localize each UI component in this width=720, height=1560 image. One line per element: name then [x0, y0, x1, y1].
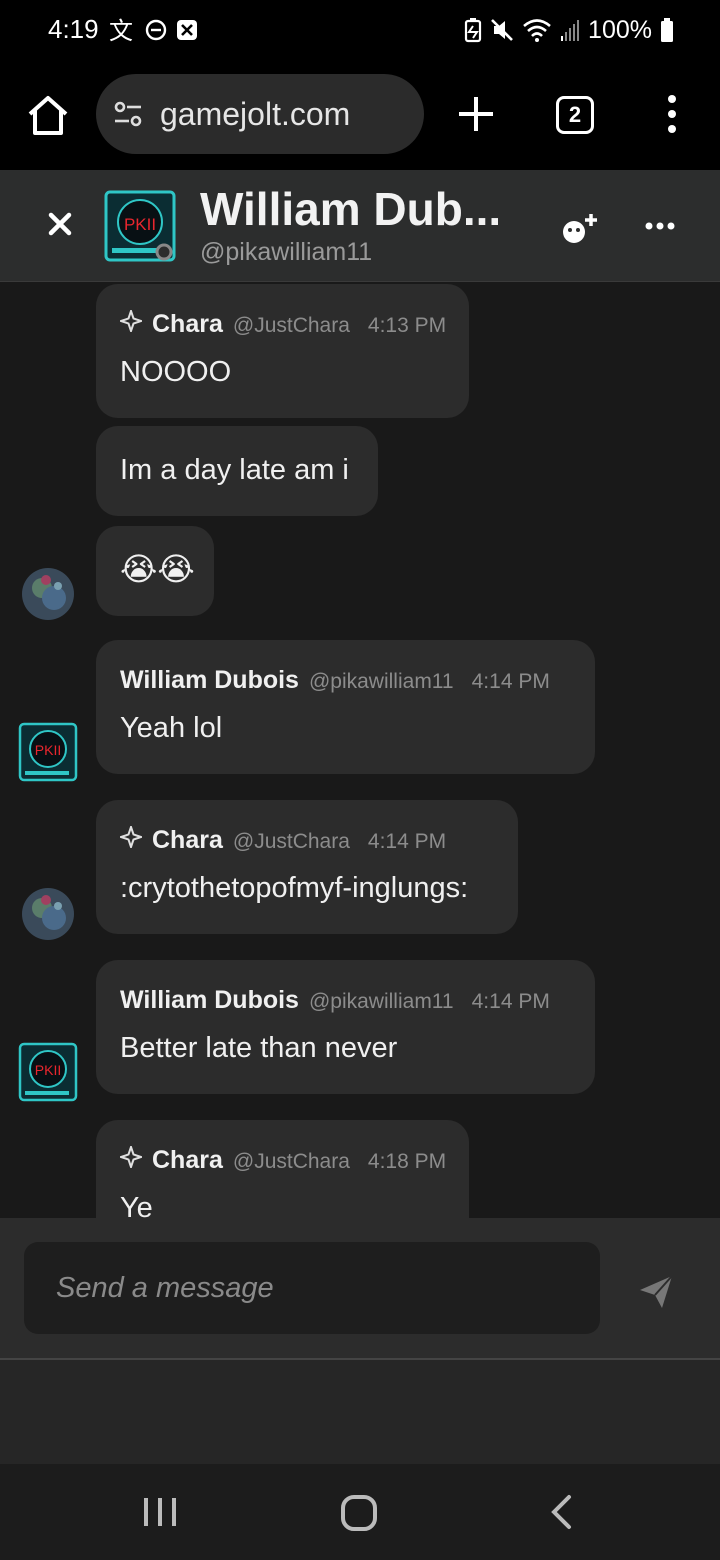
sparkle-icon [120, 1146, 142, 1168]
message-time: 4:14 PM [367, 830, 447, 853]
new-tab-plus-icon[interactable] [456, 94, 496, 134]
status-right-icons: 100% [464, 14, 674, 46]
status-bar: 4:19 文 100% [0, 0, 720, 60]
message-list[interactable]: Chara @JustChara 4:13 PM NOOOO Im a day … [0, 282, 720, 1218]
message-composer [0, 1218, 720, 1360]
notification-icon [177, 20, 197, 40]
browser-menu-icon[interactable] [660, 94, 684, 134]
message-input[interactable] [24, 1242, 600, 1334]
status-left-icons: 文 [108, 14, 198, 46]
message-meta: Chara @JustChara 4:14 PM [120, 826, 446, 855]
message-bubble[interactable]: Chara @JustChara 4:14 PM :crytothetopofm… [96, 800, 518, 934]
site-settings-icon[interactable] [114, 101, 142, 127]
message-author[interactable]: Chara [152, 310, 223, 339]
battery-percentage: 100% [588, 15, 652, 44]
message-bubble[interactable]: Im a day late am i [96, 426, 378, 516]
system-nav-bar [0, 1464, 720, 1560]
message-bubble[interactable]: Chara @JustChara 4:13 PM NOOOO [96, 284, 469, 418]
chat-handle: @pikawilliam11 [200, 238, 373, 266]
close-icon[interactable] [42, 206, 78, 242]
message-text: Yeah lol [120, 712, 223, 744]
message-text: Im a day late am i [120, 454, 349, 486]
message-text: :crytothetopofmyf-inglungs: [120, 872, 469, 904]
message-author[interactable]: William Dubois [120, 986, 299, 1015]
avatar[interactable] [20, 886, 76, 942]
dnd-icon [145, 19, 167, 41]
message-author[interactable]: Chara [152, 826, 223, 855]
avatar[interactable]: PKII [104, 190, 176, 262]
avatar-logo-text: PKII [35, 1062, 61, 1078]
battery-saver-icon [464, 18, 482, 43]
tab-switcher-button[interactable]: 2 [556, 96, 594, 134]
message-author[interactable]: Chara [152, 1146, 223, 1175]
message-handle: @JustChara [232, 1150, 350, 1173]
send-icon[interactable] [636, 1272, 676, 1312]
avatar[interactable]: PKII [18, 722, 78, 782]
message-time: 4:14 PM [471, 670, 550, 693]
message-bubble[interactable]: William Dubois @pikawilliam11 4:14 PM Ye… [96, 640, 595, 774]
message-text: Better late than never [120, 1032, 398, 1064]
mute-icon [491, 19, 513, 41]
chat-header: PKII William Dub... @pikawilliam11 [0, 170, 720, 282]
message-meta: William Dubois @pikawilliam11 4:14 PM [120, 986, 550, 1015]
message-time: 4:13 PM [367, 314, 447, 337]
message-bubble[interactable]: William Dubois @pikawilliam11 4:14 PM Be… [96, 960, 595, 1094]
message-bubble[interactable]: Chara @JustChara 4:18 PM Ye [96, 1120, 469, 1218]
message-handle: @JustChara [232, 314, 350, 337]
add-member-icon[interactable] [560, 210, 600, 246]
url-text: gamejolt.com [160, 96, 351, 132]
battery-icon [661, 18, 673, 42]
avatar-logo-text: PKII [124, 215, 156, 234]
status-time: 4:19 [48, 14, 99, 44]
svg-text:文: 文 [109, 17, 133, 44]
sparkle-icon [120, 310, 142, 332]
more-options-icon[interactable] [644, 214, 676, 238]
home-icon[interactable] [24, 92, 72, 138]
home-button-icon[interactable] [340, 1494, 378, 1532]
translate-icon: 文 [109, 17, 133, 44]
wifi-icon [523, 19, 551, 42]
message-handle: @pikawilliam11 [308, 670, 454, 693]
message-time: 4:18 PM [367, 1150, 447, 1173]
avatar[interactable]: PKII [18, 1042, 78, 1102]
sparkle-icon [120, 826, 142, 848]
keyboard-spacer [0, 1360, 720, 1464]
browser-toolbar: gamejolt.com 2 [0, 60, 720, 170]
signal-icon [561, 20, 580, 41]
message-text: NOOOO [120, 356, 232, 388]
message-emoji: 😭😭 [120, 550, 195, 588]
address-bar[interactable]: gamejolt.com [96, 74, 424, 154]
message-handle: @pikawilliam11 [308, 990, 454, 1013]
message-meta: William Dubois @pikawilliam11 4:14 PM [120, 666, 550, 695]
chat-title: William Dub... [200, 183, 502, 235]
message-text: Ye [120, 1192, 153, 1218]
message-handle: @JustChara [232, 830, 350, 853]
message-time: 4:14 PM [471, 990, 550, 1013]
avatar[interactable] [20, 566, 76, 622]
message-bubble[interactable]: 😭😭 [96, 526, 214, 616]
back-icon[interactable] [548, 1494, 574, 1530]
message-meta: Chara @JustChara 4:13 PM [120, 310, 446, 339]
message-author[interactable]: William Dubois [120, 666, 299, 695]
message-meta: Chara @JustChara 4:18 PM [120, 1146, 446, 1175]
avatar-logo-text: PKII [35, 742, 61, 758]
recent-apps-icon[interactable] [140, 1494, 180, 1530]
